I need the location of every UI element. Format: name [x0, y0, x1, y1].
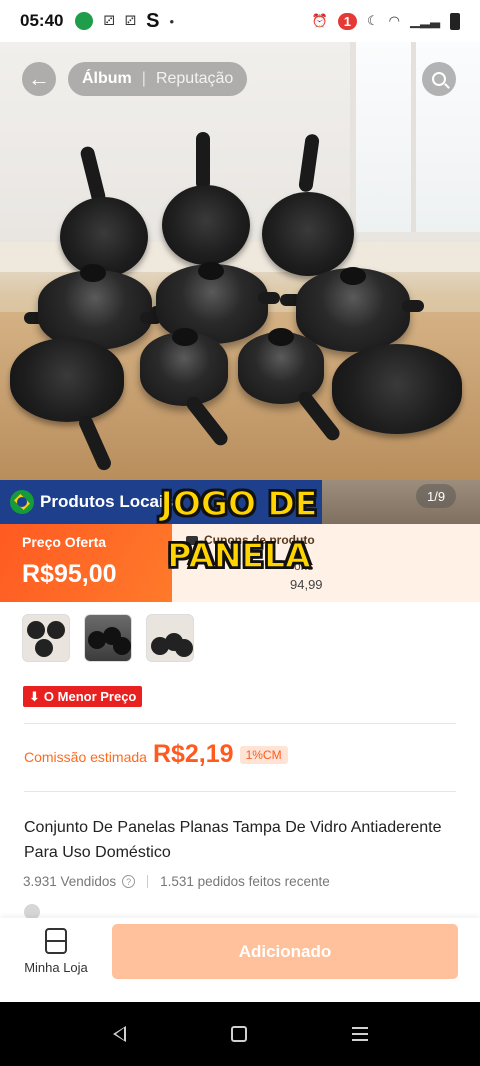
lid-knob	[80, 264, 106, 282]
divider	[24, 791, 456, 792]
lowest-price-label: O Menor Preço	[43, 689, 137, 704]
dot-icon: •	[169, 13, 175, 29]
product-image[interactable]	[0, 42, 480, 480]
signal-icon: ▁▂▃	[410, 13, 440, 28]
offer-price-box: Preço Oferta R$95,00	[0, 524, 172, 602]
pan-handle	[79, 145, 107, 205]
thumbnail[interactable]	[146, 614, 194, 662]
search-icon	[432, 72, 446, 86]
frying-pan	[262, 192, 354, 276]
divider	[24, 723, 456, 724]
wifi-notification-icon-2: ⚂	[124, 13, 137, 28]
wifi-icon: ◠	[388, 13, 400, 28]
wifi-notification-icon: ⚂	[103, 13, 115, 28]
tab-reputation[interactable]: Reputação	[156, 70, 233, 88]
background-window	[350, 42, 480, 232]
moon-icon: ☾	[367, 13, 379, 28]
lid-knob	[268, 328, 294, 346]
lid-knob	[340, 267, 366, 285]
status-left-icons: ⚂ ⚂ S •	[75, 10, 174, 33]
lid-knob	[172, 328, 198, 346]
commission-rate-badge: 1%CM	[239, 745, 288, 764]
app-notification-icon	[75, 12, 94, 30]
jogo-de-panela-sticker: JOGO DE PANELA	[160, 483, 318, 576]
thumbnail[interactable]	[84, 614, 132, 662]
pot-handle	[258, 292, 280, 304]
pan-handle	[298, 133, 320, 193]
brazil-flag-icon	[10, 490, 34, 514]
pan-handle	[196, 132, 210, 190]
frying-pan	[60, 197, 148, 277]
commission-row: Comissão estimada R$2,19 1%CM	[24, 740, 288, 769]
nav-recents-icon[interactable]	[351, 1027, 368, 1041]
gallery-tabs: Álbum | Reputação	[68, 62, 248, 96]
s-app-icon: S	[146, 9, 160, 32]
saute-pan	[332, 344, 462, 434]
my-store-button[interactable]: Minha Loja	[16, 928, 96, 975]
store-icon	[45, 928, 67, 954]
frying-pan	[162, 185, 250, 265]
lowest-price-badge: ⬇ O Menor Preço	[23, 686, 143, 707]
saucepan	[10, 338, 124, 422]
battery-icon	[450, 12, 460, 30]
sold-count: 3.931 Vendidos	[23, 874, 117, 889]
pot-handle	[402, 300, 424, 312]
back-button[interactable]: ←	[22, 62, 56, 96]
arrow-left-icon: ←	[28, 66, 50, 91]
system-nav-bar	[0, 1002, 480, 1066]
recent-orders: 1.531 pedidos feitos recente	[160, 874, 330, 889]
tab-separator: |	[141, 70, 146, 87]
image-page-indicator: 1/9	[416, 484, 457, 508]
banner-image-strip	[322, 480, 480, 524]
lid-knob	[198, 262, 224, 280]
added-button[interactable]: Adicionado	[112, 924, 458, 979]
status-bar: 05:40 ⚂ ⚂ S • ⏰ 1 ☾ ◠ ▁▂▃	[0, 0, 480, 42]
bottom-action-bar: Minha Loja Adicionado	[0, 918, 480, 1002]
search-button[interactable]	[422, 62, 456, 96]
tab-album[interactable]: Álbum	[82, 70, 132, 88]
thumbnail-strip	[22, 614, 194, 662]
commission-label: Comissão estimada	[24, 749, 147, 765]
alarm-icon: ⏰	[311, 13, 328, 28]
stat-separator	[147, 875, 149, 888]
status-time: 05:40	[20, 11, 64, 30]
my-store-label: Minha Loja	[24, 960, 88, 975]
arrow-down-icon: ⬇	[29, 688, 40, 704]
notification-count-badge: 1	[337, 12, 357, 30]
nav-home-icon[interactable]	[230, 1026, 247, 1042]
product-title: Conjunto De Panelas Planas Tampa De Vidr…	[24, 819, 442, 861]
info-icon[interactable]: ?	[122, 875, 136, 888]
status-right: ⏰ 1 ☾ ◠ ▁▂▃	[312, 0, 460, 42]
nav-back-icon[interactable]	[112, 1026, 126, 1042]
sales-stats: 3.931 Vendidos ? 1.531 pedidos feitos re…	[23, 874, 330, 889]
thumbnail[interactable]	[22, 614, 70, 662]
commission-value: R$2,19	[152, 740, 234, 768]
